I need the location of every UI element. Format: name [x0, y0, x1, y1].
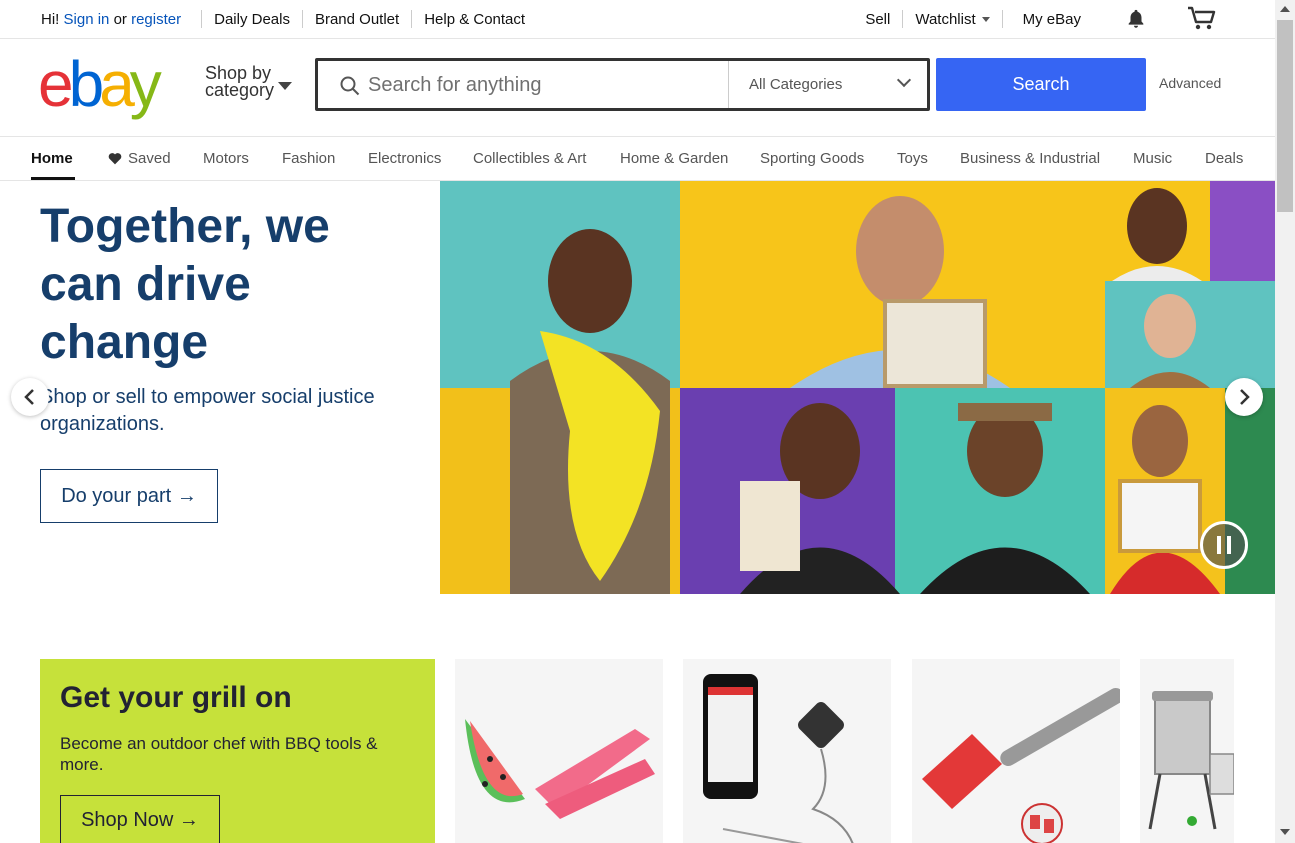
promo-subtitle: Become an outdoor chef with BBQ tools & …	[60, 734, 378, 774]
shop-by-category-button[interactable]: Shop by category	[205, 64, 275, 100]
active-tab-indicator	[31, 177, 75, 180]
nav-item-collectibles-art[interactable]: Collectibles & Art	[473, 150, 586, 167]
daily-deals-link[interactable]: Daily Deals	[214, 11, 290, 28]
chevron-down-icon	[896, 72, 912, 88]
divider	[301, 10, 303, 28]
chevron-down-icon	[981, 16, 990, 22]
logo-letter: a	[99, 48, 135, 120]
scroll-down-icon[interactable]	[1280, 829, 1290, 835]
register-link[interactable]: register	[131, 11, 181, 28]
category-nav: Home Saved Motors Fashion Electronics Co…	[0, 137, 1275, 181]
divider	[902, 10, 904, 28]
or-text: or	[113, 10, 127, 28]
carousel-prev-button[interactable]	[11, 378, 49, 416]
ebay-logo[interactable]: ebay	[38, 48, 162, 120]
logo-letter: b	[68, 48, 105, 120]
hero-button-label: Do your part	[61, 484, 172, 507]
chevron-left-icon	[24, 389, 34, 405]
hero-subtitle: Shop or sell to empower social justice o…	[40, 386, 375, 435]
grill-promo-card: Get your grill on Become an outdoor chef…	[40, 659, 435, 843]
shop-now-label: Shop Now	[81, 808, 174, 831]
hero-title: Together, we can drive change	[40, 200, 330, 369]
logo-letter: e	[38, 48, 74, 120]
nav-item-toys[interactable]: Toys	[897, 150, 928, 167]
nav-item-home[interactable]: Home	[31, 150, 73, 167]
scrollbar-thumb[interactable]	[1277, 20, 1293, 212]
product-card-grill-thermometer[interactable]	[683, 659, 891, 843]
search-box: All Categories	[315, 58, 930, 111]
help-contact-link[interactable]: Help & Contact	[424, 11, 525, 28]
do-your-part-button[interactable]: Do your part →	[40, 469, 218, 523]
advanced-search-link[interactable]: Advanced	[1159, 75, 1221, 91]
search-icon	[340, 76, 360, 96]
my-ebay-link[interactable]: My eBay	[1023, 11, 1081, 28]
scroll-up-icon[interactable]	[1280, 6, 1290, 12]
nav-item-business-industrial[interactable]: Business & Industrial	[960, 150, 1100, 167]
heart-icon	[108, 153, 122, 165]
divider	[411, 10, 413, 28]
cart-icon[interactable]	[1187, 6, 1217, 32]
category-select[interactable]: All Categories	[728, 61, 927, 108]
search-input[interactable]	[368, 71, 718, 99]
nav-item-sporting-goods[interactable]: Sporting Goods	[760, 150, 864, 167]
hero-image[interactable]	[440, 181, 1275, 594]
nav-item-fashion[interactable]: Fashion	[282, 150, 335, 167]
brand-outlet-link[interactable]: Brand Outlet	[315, 11, 399, 28]
arrow-right-icon: →	[178, 808, 199, 831]
chevron-down-icon[interactable]	[278, 82, 292, 90]
header: ebay Shop by category All Categories Sea…	[0, 39, 1275, 137]
sign-in-link[interactable]: Sign in	[64, 11, 110, 28]
divider	[1001, 10, 1003, 28]
arrow-right-icon: →	[176, 484, 197, 507]
watchlist-dropdown[interactable]: Watchlist	[915, 10, 990, 28]
sell-link[interactable]: Sell	[865, 11, 890, 28]
nav-item-deals[interactable]: Deals	[1205, 150, 1243, 167]
vertical-scrollbar[interactable]	[1275, 0, 1295, 843]
bell-icon[interactable]	[1125, 8, 1147, 30]
shop-by-line2: category	[205, 80, 275, 100]
nav-item-motors[interactable]: Motors	[203, 150, 249, 167]
pause-icon	[1217, 536, 1231, 554]
watchlist-label: Watchlist	[915, 10, 976, 28]
top-bar: Hi! Sign in or register Daily Deals Bran…	[0, 0, 1275, 39]
promo-title: Get your grill on	[60, 681, 292, 714]
divider	[201, 10, 203, 28]
nav-saved-label: Saved	[128, 150, 171, 167]
logo-letter: y	[129, 48, 162, 120]
top-bar-right: Sell Watchlist My eBay	[865, 0, 1275, 38]
nav-item-saved[interactable]: Saved	[108, 150, 171, 167]
chevron-right-icon	[1240, 389, 1250, 405]
product-card-turkey-fryer[interactable]	[1140, 659, 1234, 843]
product-card-basting-brush[interactable]	[912, 659, 1120, 843]
top-bar-left: Hi! Sign in or register Daily Deals Bran…	[41, 10, 525, 28]
carousel-next-button[interactable]	[1225, 378, 1263, 416]
search-button[interactable]: Search	[936, 58, 1146, 111]
product-card-watermelon-clip[interactable]	[455, 659, 663, 843]
shop-now-button[interactable]: Shop Now →	[60, 795, 220, 843]
greeting: Hi!	[41, 10, 60, 28]
nav-item-music[interactable]: Music	[1133, 150, 1172, 167]
carousel-pause-button[interactable]	[1200, 521, 1248, 569]
nav-item-electronics[interactable]: Electronics	[368, 150, 441, 167]
nav-item-home-garden[interactable]: Home & Garden	[620, 150, 728, 167]
category-selected: All Categories	[749, 76, 843, 93]
